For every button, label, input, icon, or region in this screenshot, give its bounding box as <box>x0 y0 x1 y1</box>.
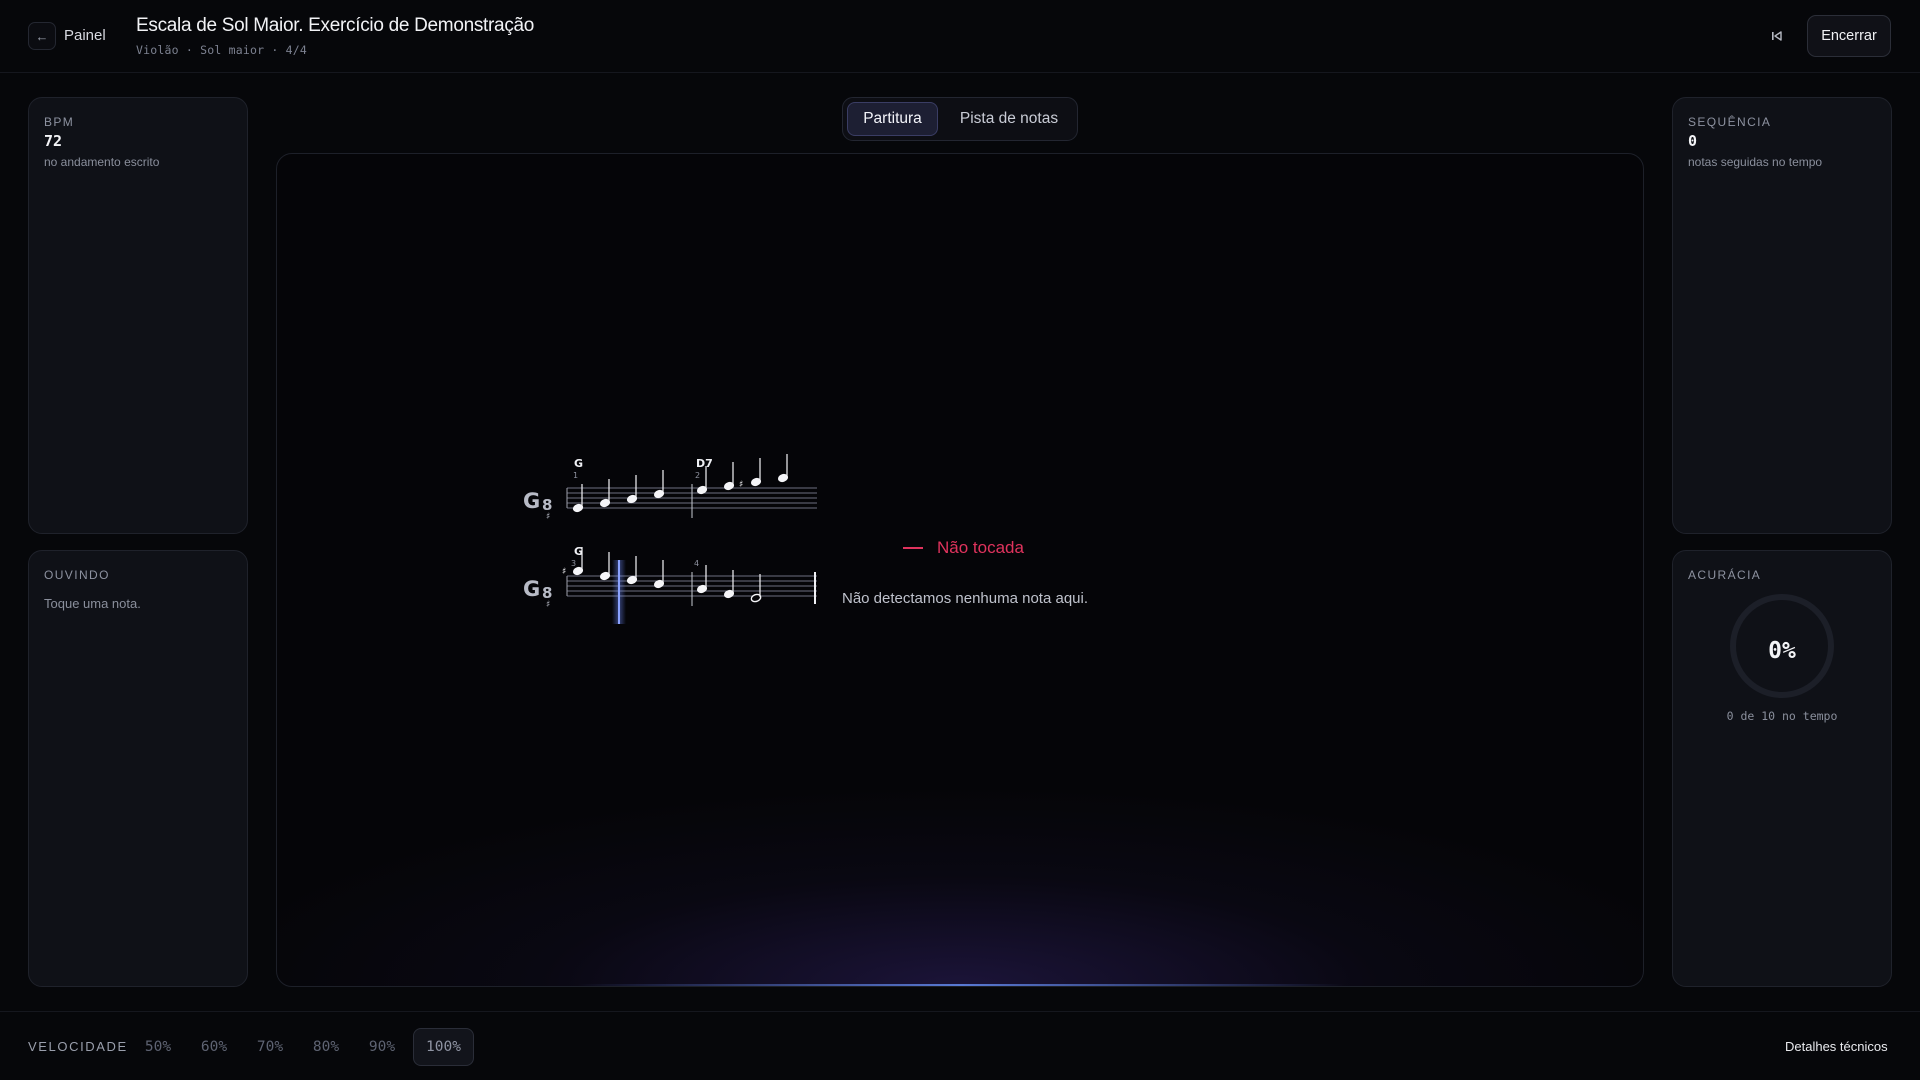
speed-option-70[interactable]: 70% <box>248 1028 292 1066</box>
listening-label: OUVINDO <box>44 568 110 582</box>
speed-option-100[interactable]: 100% <box>413 1028 474 1066</box>
end-session-button[interactable]: Encerrar <box>1807 15 1891 57</box>
tab-note-track[interactable]: Pista de notas <box>943 102 1075 136</box>
bpm-value: 72 <box>44 132 63 150</box>
skip-back-icon <box>1772 31 1782 41</box>
lesson-subtitle: Violão · Sol maior · 4/4 <box>136 43 307 57</box>
accuracy-panel: ACURÁCIA 0% 0 de 10 no tempo <box>1672 550 1892 987</box>
score-stage: G 8 ♯ G 1 D7 2 ♯ G 8 ♯ G 3 4 ♯ Não tocad… <box>276 153 1644 987</box>
stage-glow <box>577 984 1345 986</box>
back-button[interactable]: ← <box>28 22 56 50</box>
tab-sheet-music[interactable]: Partitura <box>847 102 938 136</box>
treble-clef-icon: G <box>523 489 540 513</box>
bpm-panel: BPM 72 no andamento escrito <box>28 97 248 534</box>
quarter-note <box>696 565 708 594</box>
quarter-note <box>723 462 735 491</box>
quarter-note <box>723 570 735 599</box>
measure-number: 2 <box>695 471 700 480</box>
measure-number: 4 <box>694 559 699 568</box>
quarter-note <box>777 454 789 483</box>
key-sharp-icon: ♯ <box>546 512 550 522</box>
sheet-music: G 8 ♯ G 1 D7 2 ♯ G 8 ♯ G 3 4 ♯ <box>523 454 817 624</box>
streak-label: SEQUÊNCIA <box>1688 115 1772 129</box>
half-note <box>750 574 762 603</box>
quarter-note <box>626 475 638 504</box>
missed-note-message: Não detectamos nenhuma nota aqui. <box>842 590 1088 607</box>
key-sharp-icon: ♯ <box>546 600 550 610</box>
arrow-left-icon: ← <box>35 28 49 44</box>
playhead <box>612 560 626 624</box>
speed-label: VELOCIDADE <box>28 1039 128 1054</box>
speed-option-60[interactable]: 60% <box>192 1028 236 1066</box>
bpm-label: BPM <box>44 115 75 129</box>
missed-note-status: Não tocada <box>937 538 1024 557</box>
restart-button[interactable] <box>1762 24 1792 48</box>
missed-note-marker <box>903 547 923 549</box>
chord-symbol: G <box>574 457 583 470</box>
quarter-note <box>750 458 762 487</box>
accuracy-caption: 0 de 10 no tempo <box>1726 709 1838 723</box>
quarter-note <box>599 552 611 581</box>
streak-panel: SEQUÊNCIA 0 notas seguidas no tempo <box>1672 97 1892 534</box>
top-bar: ← Painel Escala de Sol Maior. Exercício … <box>0 0 1920 73</box>
listening-hint: Toque uma nota. <box>44 596 141 611</box>
measure-number: 1 <box>573 471 578 480</box>
staff-row-1: G 8 ♯ G 1 D7 2 ♯ <box>523 454 817 522</box>
speed-option-50[interactable]: 50% <box>136 1028 180 1066</box>
sharp-accidental-icon: ♯ <box>739 480 743 490</box>
streak-value: 0 <box>1688 132 1698 150</box>
speed-option-90[interactable]: 90% <box>360 1028 404 1066</box>
measure-number: 3 <box>571 559 576 568</box>
accuracy-value: 0% <box>1768 638 1796 664</box>
accuracy-label: ACURÁCIA <box>1688 568 1762 582</box>
technical-details-link[interactable]: Detalhes técnicos <box>1785 1039 1888 1054</box>
chord-symbol: D7 <box>696 457 713 470</box>
listening-panel: OUVINDO Toque uma nota. <box>28 550 248 987</box>
speed-option-80[interactable]: 80% <box>304 1028 348 1066</box>
quarter-note <box>653 560 665 589</box>
quarter-note <box>653 470 665 499</box>
sharp-accidental-icon: ♯ <box>562 567 566 577</box>
view-toggle: Partitura Pista de notas <box>842 97 1078 141</box>
bpm-note: no andamento escrito <box>44 155 160 169</box>
treble-clef-icon: G <box>523 577 540 601</box>
staff-row-2: G 8 ♯ G 3 4 ♯ <box>523 545 817 610</box>
bottom-bar: VELOCIDADE 50% 60% 70% 80% 90% 100% Deta… <box>0 1011 1920 1080</box>
quarter-note <box>626 556 638 585</box>
lesson-title: Escala de Sol Maior. Exercício de Demons… <box>136 15 535 36</box>
back-label[interactable]: Painel <box>64 27 106 44</box>
streak-note: notas seguidas no tempo <box>1688 155 1823 169</box>
